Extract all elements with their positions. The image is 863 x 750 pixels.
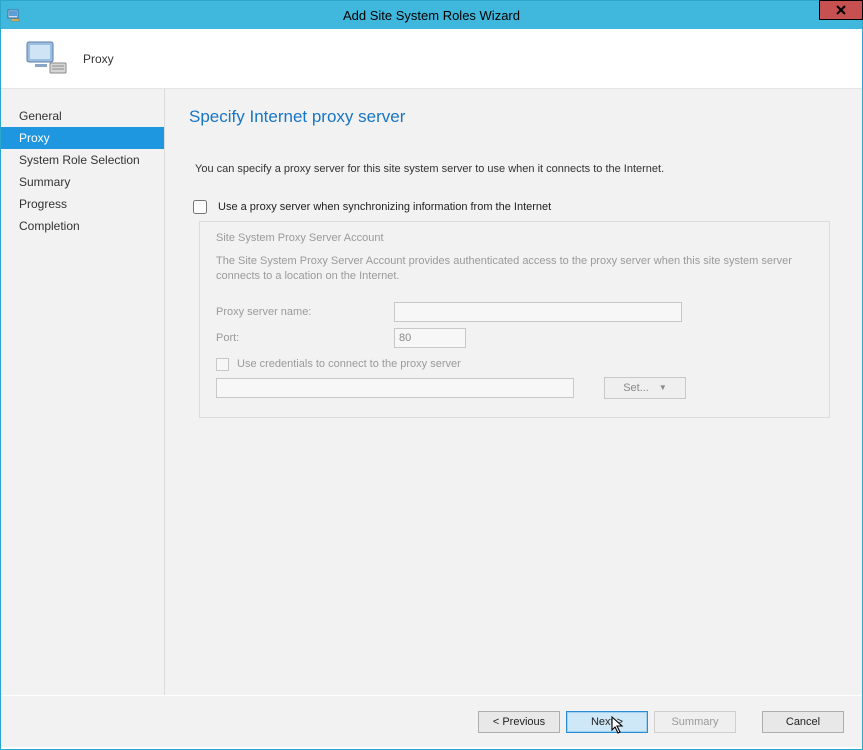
previous-button[interactable]: < Previous — [478, 711, 560, 733]
window-title: Add Site System Roles Wizard — [1, 8, 862, 23]
sidebar-item-general[interactable]: General — [1, 105, 164, 127]
titlebar: Add Site System Roles Wizard — [1, 1, 862, 29]
credentials-input[interactable] — [216, 378, 574, 398]
cancel-button[interactable]: Cancel — [762, 711, 844, 733]
sidebar-item-progress[interactable]: Progress — [1, 193, 164, 215]
summary-button: Summary — [654, 711, 736, 733]
computer-icon — [25, 39, 69, 79]
use-proxy-label: Use a proxy server when synchronizing in… — [218, 201, 551, 213]
sidebar-item-summary[interactable]: Summary — [1, 171, 164, 193]
chevron-down-icon: ▼ — [659, 383, 667, 392]
port-label: Port: — [216, 332, 394, 344]
proxy-name-label: Proxy server name: — [216, 306, 394, 318]
port-input[interactable] — [394, 328, 466, 348]
page-heading: Specify Internet proxy server — [189, 107, 834, 127]
next-button[interactable]: Next > — [566, 711, 648, 733]
fieldset-description: The Site System Proxy Server Account pro… — [216, 254, 813, 284]
use-credentials-checkbox[interactable] — [216, 358, 229, 371]
wizard-header: Proxy — [1, 29, 862, 89]
proxy-name-input[interactable] — [394, 302, 682, 322]
close-icon — [836, 5, 846, 15]
wizard-window: Add Site System Roles Wizard Proxy Gener — [0, 0, 863, 750]
set-button-label: Set... — [623, 382, 649, 394]
sidebar-item-completion[interactable]: Completion — [1, 215, 164, 237]
sidebar-item-proxy[interactable]: Proxy — [1, 127, 164, 149]
close-button[interactable] — [819, 0, 863, 20]
proxy-account-fieldset: Site System Proxy Server Account The Sit… — [199, 221, 830, 418]
sidebar-item-system-role-selection[interactable]: System Role Selection — [1, 149, 164, 171]
use-proxy-checkbox[interactable] — [193, 200, 207, 214]
use-credentials-label: Use credentials to connect to the proxy … — [237, 358, 461, 370]
wizard-content: Specify Internet proxy server You can sp… — [165, 89, 862, 695]
wizard-footer: < Previous Next > Summary Cancel — [1, 695, 862, 747]
fieldset-legend: Site System Proxy Server Account — [216, 232, 813, 244]
header-step-name: Proxy — [83, 52, 114, 66]
intro-text: You can specify a proxy server for this … — [195, 163, 834, 175]
set-credentials-button[interactable]: Set... ▼ — [604, 377, 686, 399]
app-icon — [7, 7, 23, 23]
wizard-steps-sidebar: General Proxy System Role Selection Summ… — [1, 89, 165, 695]
